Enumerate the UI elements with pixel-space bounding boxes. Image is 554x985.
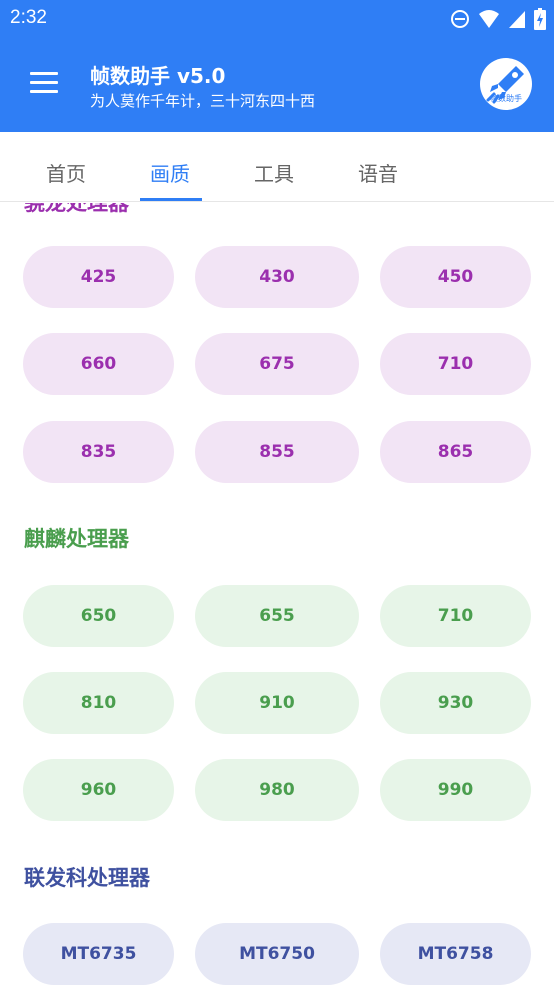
do-not-disturb-icon (451, 10, 469, 28)
tab-voice[interactable]: 语音 (358, 158, 398, 187)
chip-kirin-910[interactable]: 910 (195, 672, 359, 734)
tab-tools[interactable]: 工具 (254, 158, 294, 187)
chip-mediatek-mt6758[interactable]: MT6758 (380, 923, 531, 985)
chip-snapdragon-675[interactable]: 675 (195, 333, 359, 395)
chip-kirin-960[interactable]: 960 (23, 759, 174, 821)
chip-snapdragon-710[interactable]: 710 (380, 333, 531, 395)
status-time: 2:32 (10, 7, 47, 28)
chip-mediatek-mt6750[interactable]: MT6750 (195, 923, 359, 985)
tab-indicator (140, 198, 202, 201)
menu-icon[interactable] (30, 72, 58, 96)
chip-mediatek-mt6735[interactable]: MT6735 (23, 923, 174, 985)
chip-snapdragon-855[interactable]: 855 (195, 421, 359, 483)
quality-content[interactable]: 骁龙处理器 425 430 450 660 675 710 835 855 86… (0, 203, 554, 985)
wifi-icon (479, 10, 499, 28)
app-subtitle: 为人莫作千年计，三十河东四十西 (90, 92, 316, 110)
section-title-mediatek: 联发科处理器 (24, 866, 150, 890)
battery-charging-icon (534, 8, 546, 30)
cell-signal-icon (509, 11, 525, 28)
chip-kirin-655[interactable]: 655 (195, 585, 359, 647)
chip-snapdragon-835[interactable]: 835 (23, 421, 174, 483)
tab-quality[interactable]: 画质 (150, 158, 190, 187)
app-logo[interactable]: 帧数助手 (480, 58, 532, 110)
chip-snapdragon-430[interactable]: 430 (195, 246, 359, 308)
logo-text: 帧数助手 (490, 94, 522, 103)
chip-kirin-930[interactable]: 930 (380, 672, 531, 734)
section-title-snapdragon: 骁龙处理器 (24, 203, 129, 215)
chip-snapdragon-425[interactable]: 425 (23, 246, 174, 308)
status-icons (450, 7, 546, 31)
chip-kirin-980[interactable]: 980 (195, 759, 359, 821)
chip-kirin-990[interactable]: 990 (380, 759, 531, 821)
chip-kirin-810[interactable]: 810 (23, 672, 174, 734)
app-title: 帧数助手 v5.0 (90, 64, 226, 88)
chip-snapdragon-450[interactable]: 450 (380, 246, 531, 308)
chip-snapdragon-660[interactable]: 660 (23, 333, 174, 395)
tab-home[interactable]: 首页 (46, 158, 86, 187)
status-bar: 2:32 (0, 0, 554, 38)
section-title-kirin: 麒麟处理器 (24, 527, 129, 551)
app-bar: 帧数助手 v5.0 为人莫作千年计，三十河东四十西 帧数助手 (0, 38, 554, 132)
chip-kirin-650[interactable]: 650 (23, 585, 174, 647)
tab-bar: 首页 画质 工具 语音 (0, 132, 554, 202)
chip-kirin-710[interactable]: 710 (380, 585, 531, 647)
chip-snapdragon-865[interactable]: 865 (380, 421, 531, 483)
